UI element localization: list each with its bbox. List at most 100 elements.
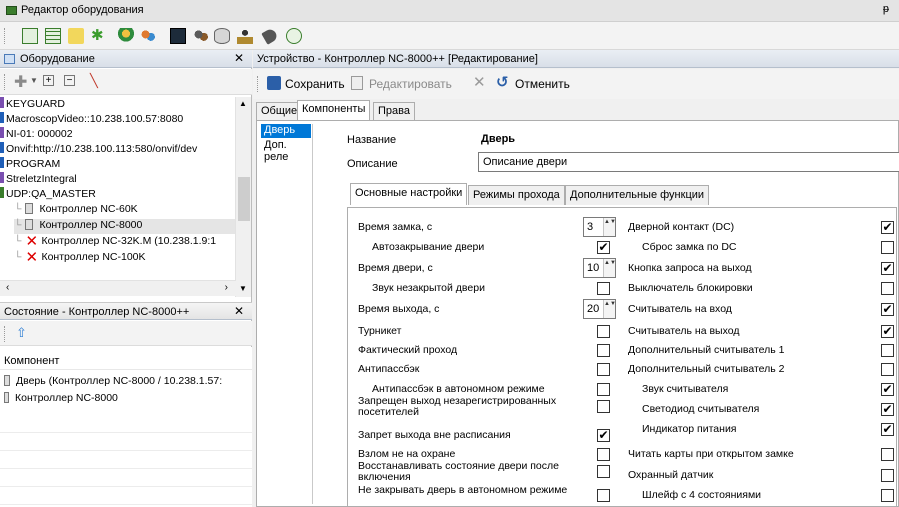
checkbox-unchecked[interactable] xyxy=(597,325,610,338)
checkbox-unchecked[interactable] xyxy=(881,282,894,295)
group-icon[interactable] xyxy=(140,28,156,44)
undo-icon[interactable]: ↺ xyxy=(496,73,509,91)
drive-icon[interactable] xyxy=(214,28,230,44)
spinner-arrows-icon[interactable]: ▲▼ xyxy=(603,300,616,318)
checkbox-unchecked[interactable] xyxy=(881,363,894,376)
toolbar-grip[interactable] xyxy=(4,74,7,90)
tree-item[interactable]: PROGRAM xyxy=(0,157,60,172)
tab-extra-functions[interactable]: Дополнительные функции xyxy=(565,185,710,205)
checkbox-unchecked[interactable] xyxy=(597,282,610,295)
toolbar-grip[interactable] xyxy=(257,76,260,92)
close-icon[interactable]: ✕ xyxy=(234,51,244,65)
checkbox-checked[interactable]: ✔ xyxy=(881,262,894,275)
error-icon: ✕ xyxy=(25,233,39,250)
checkbox-unchecked[interactable] xyxy=(597,489,610,502)
person-icon[interactable] xyxy=(237,28,253,44)
collapse-all-icon[interactable]: − xyxy=(64,75,75,86)
checkbox-checked[interactable]: ✔ xyxy=(881,403,894,416)
checkbox-checked[interactable]: ✔ xyxy=(881,325,894,338)
expand-all-icon[interactable]: + xyxy=(43,75,54,86)
spinner-arrows-icon[interactable]: ▲▼ xyxy=(603,259,616,277)
tab-basic-settings[interactable]: Основные настройки xyxy=(350,183,468,205)
checkbox-checked[interactable]: ✔ xyxy=(881,221,894,234)
monitor-icon[interactable] xyxy=(170,28,186,44)
tab-components[interactable]: Компоненты xyxy=(297,100,371,120)
checkbox-checked[interactable]: ✔ xyxy=(881,423,894,436)
spinner-arrows-icon[interactable]: ▲▼ xyxy=(603,218,616,236)
checkbox-unchecked[interactable] xyxy=(597,465,610,478)
tree-item[interactable]: └ Контроллер NC-8000 xyxy=(14,219,236,234)
checkbox-unchecked[interactable] xyxy=(597,383,610,396)
tag-icon[interactable] xyxy=(261,27,279,45)
description-field[interactable]: Описание двери xyxy=(478,152,899,172)
toolbar-grip[interactable] xyxy=(4,28,7,44)
component-column-header[interactable]: Компонент xyxy=(4,355,59,367)
status-row[interactable]: Дверь (Контроллер NC-8000 / 10.238.1.57: xyxy=(4,375,222,387)
left-option-label: Антипассбэк в автономном режиме xyxy=(372,383,545,395)
checkbox-checked[interactable]: ✔ xyxy=(597,429,610,442)
up-arrow-icon[interactable]: ⇧ xyxy=(16,325,27,341)
checkbox-unchecked[interactable] xyxy=(881,241,894,254)
checkbox-unchecked[interactable] xyxy=(881,448,894,461)
pin-icon[interactable]: ᵽ xyxy=(883,3,889,15)
tree-item[interactable]: StreletzIntegral xyxy=(0,172,77,187)
name-value[interactable]: Дверь xyxy=(481,133,515,145)
tree-item-label: UDP:QA_MASTER xyxy=(6,188,96,200)
checkbox-checked[interactable]: ✔ xyxy=(881,303,894,316)
checkbox-unchecked[interactable] xyxy=(597,400,610,413)
chevron-down-icon[interactable]: ▼ xyxy=(30,76,38,85)
save-icon[interactable] xyxy=(267,76,281,90)
seconds-spinner[interactable]: 20 ▲▼ xyxy=(583,299,616,319)
component-item-relay[interactable]: Доп. реле xyxy=(261,139,311,163)
scroll-right-icon[interactable]: › xyxy=(225,282,228,293)
cancel-button[interactable]: Отменить xyxy=(515,77,570,91)
notes-icon[interactable] xyxy=(68,28,84,44)
scroll-left-icon[interactable]: ‹ xyxy=(6,282,9,293)
checkbox-unchecked[interactable] xyxy=(881,489,894,502)
tree-horizontal-scrollbar[interactable]: ‹ › xyxy=(0,280,236,296)
grid-view-icon[interactable] xyxy=(22,28,38,44)
edit-icon[interactable]: ╲ xyxy=(90,73,98,89)
edit-icon[interactable] xyxy=(351,76,363,90)
tree-item[interactable]: └ Контроллер NC-60K xyxy=(14,203,138,218)
checkbox-unchecked[interactable] xyxy=(597,363,610,376)
scroll-down-icon[interactable]: ▼ xyxy=(239,284,247,293)
tree-item[interactable]: UDP:QA_MASTER xyxy=(0,187,96,202)
close-icon[interactable]: ✕ xyxy=(234,304,244,318)
component-item-door[interactable]: Дверь xyxy=(261,124,311,138)
user-icon[interactable] xyxy=(118,28,134,44)
add-icon[interactable]: ✚ xyxy=(14,72,27,92)
save-button[interactable]: Сохранить xyxy=(285,77,345,91)
checkbox-unchecked[interactable] xyxy=(597,448,610,461)
refresh-icon[interactable] xyxy=(286,28,302,44)
tree-item[interactable]: Onvif:http://10.238.100.113:580/onvif/de… xyxy=(0,142,197,157)
tree-item[interactable]: └ ✕ Контроллер NC-100K xyxy=(14,250,146,266)
edit-button[interactable]: Редактировать xyxy=(369,77,452,91)
checkbox-unchecked[interactable] xyxy=(881,344,894,357)
scroll-up-icon[interactable]: ▲ xyxy=(239,99,247,108)
tab-rights[interactable]: Права xyxy=(373,102,415,120)
checkbox-checked[interactable]: ✔ xyxy=(881,383,894,396)
users-icon[interactable] xyxy=(193,28,209,44)
tree-item[interactable]: NI-01: 000002 xyxy=(0,127,73,142)
checkbox-unchecked[interactable] xyxy=(881,469,894,482)
tab-pass-modes[interactable]: Режимы прохода xyxy=(468,185,565,205)
seconds-spinner[interactable]: 3 ▲▼ xyxy=(583,217,616,237)
checkbox-unchecked[interactable] xyxy=(597,344,610,357)
checkbox-checked[interactable]: ✔ xyxy=(597,241,610,254)
toolbar-grip[interactable] xyxy=(4,326,7,342)
tree-item-label: KEYGUARD xyxy=(6,98,65,110)
delete-icon[interactable]: ✕ xyxy=(473,73,486,91)
right-option-label: Индикатор питания xyxy=(642,423,737,435)
tree-vertical-scrollbar[interactable]: ▲ ▼ xyxy=(235,97,251,297)
seconds-spinner[interactable]: 10 ▲▼ xyxy=(583,258,616,278)
tree-item[interactable]: KEYGUARD xyxy=(0,97,65,112)
tab-general[interactable]: Общие xyxy=(256,102,303,120)
tree-item[interactable]: └ ✕ Контроллер NC-32K.M (10.238.1.9:1 xyxy=(14,233,216,250)
table-icon[interactable] xyxy=(45,28,61,44)
right-option-label: Кнопка запроса на выход xyxy=(628,262,752,274)
status-row[interactable]: Контроллер NC-8000 xyxy=(4,392,118,404)
run-icon[interactable]: ✱ xyxy=(91,28,107,44)
tree-item[interactable]: MacroscopVideo::10.238.100.57:8080 xyxy=(0,112,183,127)
scroll-thumb[interactable] xyxy=(238,177,250,221)
